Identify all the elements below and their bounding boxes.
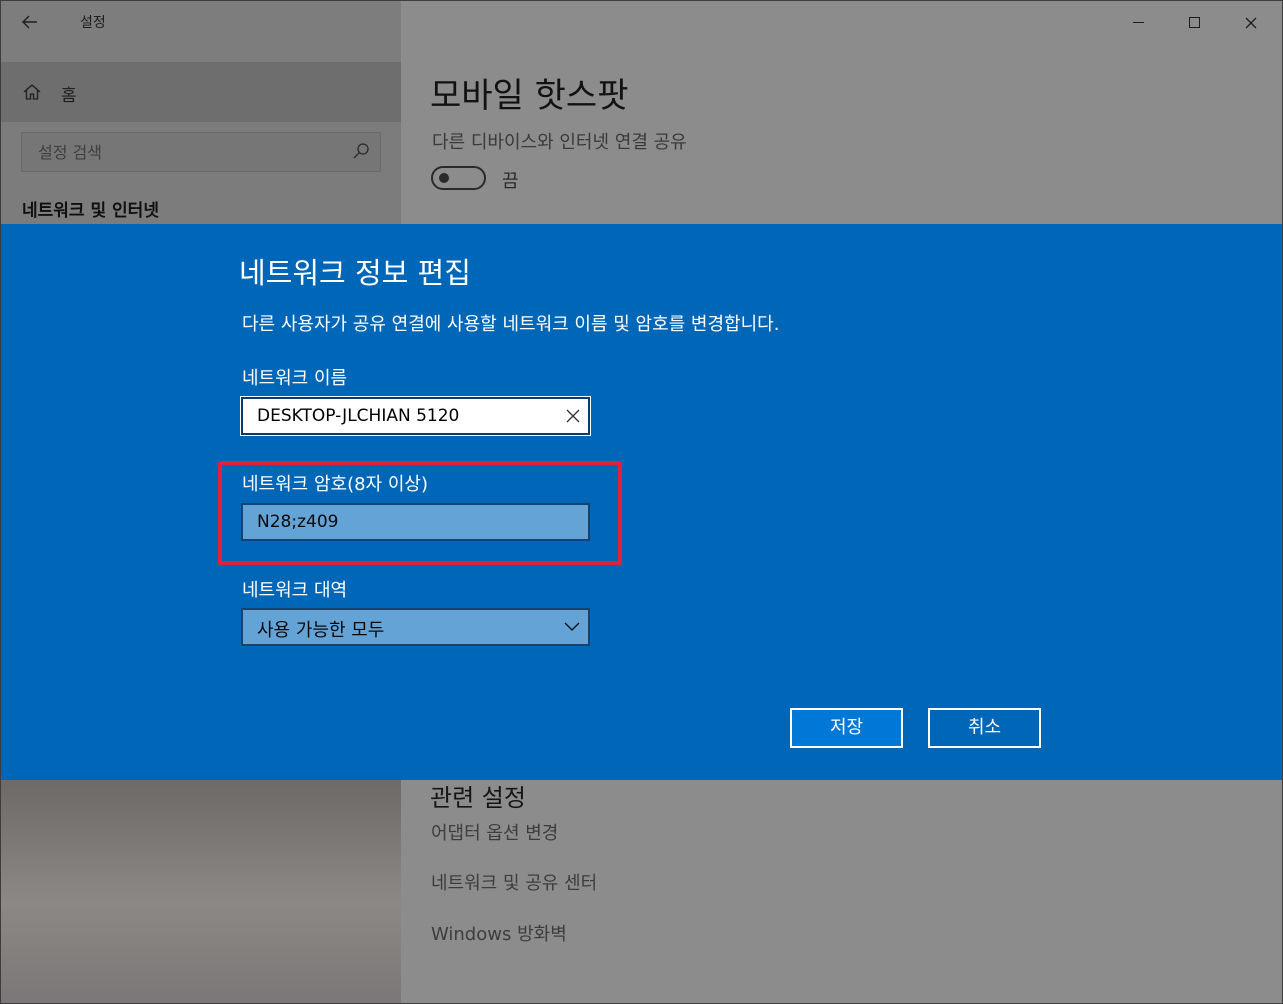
toggle-knob (439, 173, 449, 183)
network-name-input[interactable] (243, 399, 548, 433)
minimize-button[interactable] (1115, 6, 1161, 38)
back-button[interactable] (12, 8, 48, 36)
clear-icon[interactable] (566, 409, 580, 423)
close-icon (1245, 17, 1257, 28)
title-bar: 설정 (0, 0, 1283, 46)
network-password-input[interactable] (243, 505, 588, 539)
scrollbar[interactable] (1278, 46, 1282, 226)
related-settings-title: 관련 설정 (430, 784, 526, 812)
save-button[interactable]: 저장 (789, 707, 904, 749)
search-icon[interactable] (352, 142, 370, 160)
dialog-title: 네트워크 정보 편집 (239, 256, 471, 290)
network-password-label: 네트워크 암호(8자 이상) (242, 474, 428, 495)
related-link-windows-firewall[interactable]: Windows 방화벽 (431, 920, 567, 946)
edit-network-dialog: 네트워크 정보 편집 다른 사용자가 공유 연결에 사용할 네트워크 이름 및 … (0, 224, 1283, 780)
hotspot-toggle[interactable] (431, 166, 486, 190)
toggle-state-label: 끔 (502, 171, 519, 192)
home-icon (23, 84, 41, 100)
nav-home[interactable]: 홈 (0, 62, 401, 122)
network-name-label: 네트워크 이름 (242, 368, 348, 389)
search-box[interactable] (21, 132, 381, 172)
minimize-icon (1132, 22, 1144, 23)
maximize-button[interactable] (1171, 6, 1217, 38)
sidebar-section-title: 네트워크 및 인터넷 (22, 201, 159, 221)
chevron-down-icon (564, 622, 580, 631)
settings-window: 설정 홈 네트워크 및 인터넷 모바일 핫스팟 다른 디바이스와 인터넷 연결 … (0, 0, 1283, 1004)
network-password-field[interactable] (241, 503, 590, 541)
page-title: 모바일 핫스팟 (430, 76, 629, 116)
app-title: 설정 (80, 15, 106, 31)
related-link-adapter-options[interactable]: 어댑터 옵션 변경 (431, 819, 558, 845)
related-link-network-sharing-center[interactable]: 네트워크 및 공유 센터 (431, 869, 597, 895)
network-name-field[interactable] (240, 396, 591, 436)
cancel-button[interactable]: 취소 (928, 708, 1041, 748)
network-band-label: 네트워크 대역 (242, 580, 348, 601)
network-band-value: 사용 가능한 모두 (257, 620, 385, 641)
arrow-left-icon (22, 15, 37, 29)
share-label: 다른 디바이스와 인터넷 연결 공유 (432, 132, 687, 153)
dialog-description: 다른 사용자가 공유 연결에 사용할 네트워크 이름 및 암호를 변경합니다. (242, 314, 780, 335)
close-button[interactable] (1228, 6, 1274, 38)
search-input[interactable] (22, 133, 342, 171)
maximize-icon (1188, 17, 1200, 28)
nav-home-label: 홈 (61, 86, 77, 106)
network-band-select[interactable]: 사용 가능한 모두 (241, 608, 590, 646)
